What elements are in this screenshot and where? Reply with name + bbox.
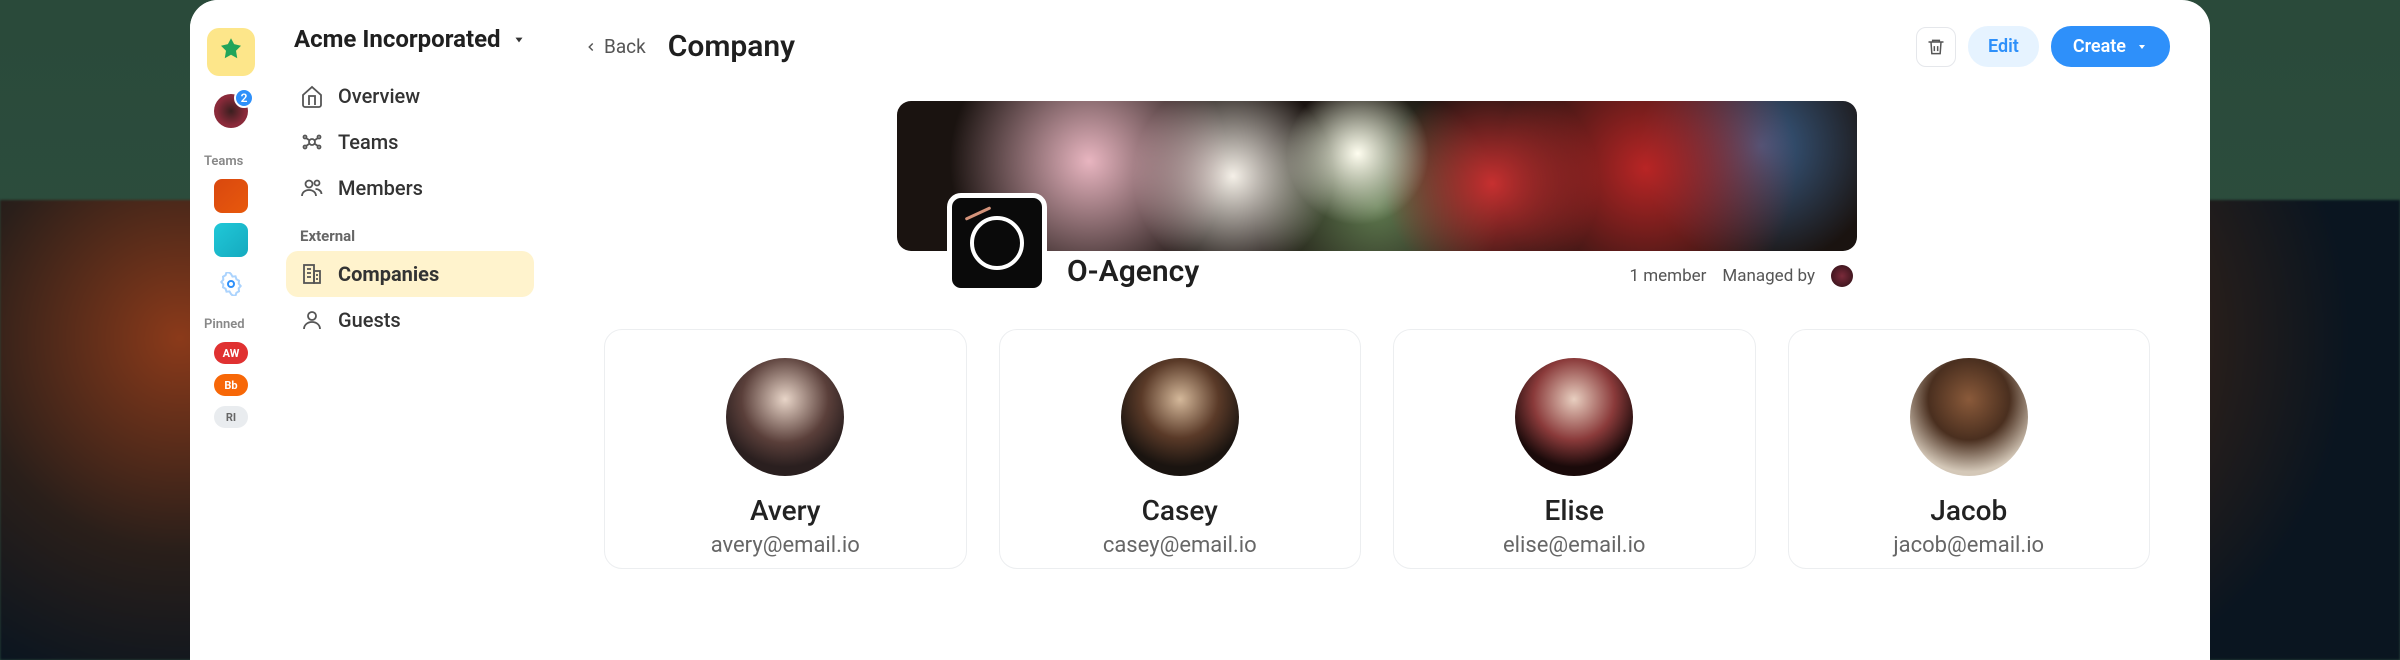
rail-pin-1[interactable]: AW: [214, 342, 248, 364]
sidebar-item-guests[interactable]: Guests: [286, 297, 534, 343]
trash-icon: [1926, 37, 1946, 57]
company-managed-by-label: Managed by: [1722, 266, 1815, 286]
workspace-title: Acme Incorporated: [294, 24, 501, 55]
members-icon: [300, 176, 324, 200]
company-name: O-Agency: [1067, 254, 1199, 289]
delete-button[interactable]: [1916, 27, 1956, 67]
rail-team-2[interactable]: [214, 223, 248, 257]
guest-icon: [300, 308, 324, 332]
gear-icon: [219, 272, 243, 296]
chevron-down-icon[interactable]: [512, 33, 526, 47]
member-card[interactable]: Casey casey@email.io: [999, 329, 1362, 569]
topbar: Back Company Edit Create: [584, 26, 2170, 67]
avatar: [1515, 358, 1633, 476]
main-content: Back Company Edit Create: [548, 0, 2210, 660]
manager-avatar[interactable]: [1831, 265, 1853, 287]
back-button[interactable]: Back: [584, 35, 646, 58]
avatar: [1910, 358, 2028, 476]
sidebar-item-label: Companies: [338, 262, 439, 286]
member-email: casey@email.io: [1103, 533, 1257, 558]
member-name: Casey: [1142, 494, 1218, 527]
sidebar-item-teams[interactable]: Teams: [286, 119, 534, 165]
sidebar-item-label: Teams: [338, 130, 398, 154]
workspace-logo[interactable]: [207, 28, 255, 76]
chevron-down-icon: [2136, 41, 2148, 53]
company-logo: [947, 193, 1047, 293]
avatar: [726, 358, 844, 476]
rail-section-teams: Teams: [204, 154, 243, 169]
avatar: [1121, 358, 1239, 476]
sidebar-item-companies[interactable]: Companies: [286, 251, 534, 297]
company-header: O-Agency 1 member Managed by: [897, 101, 1857, 293]
rail-team-1[interactable]: [214, 179, 248, 213]
member-cards: Avery avery@email.io Casey casey@email.i…: [584, 329, 2170, 569]
sidebar-item-overview[interactable]: Overview: [286, 73, 534, 119]
home-icon: [300, 84, 324, 108]
rail-settings[interactable]: [214, 267, 248, 301]
rail-pin-3[interactable]: RI: [214, 406, 248, 428]
sidebar-item-label: Overview: [338, 84, 420, 108]
rail-pin-2[interactable]: Bb: [214, 374, 248, 396]
user-avatar[interactable]: 2: [214, 94, 248, 128]
sidebar-item-label: Members: [338, 176, 423, 200]
member-name: Jacob: [1930, 494, 2007, 527]
member-card[interactable]: Avery avery@email.io: [604, 329, 967, 569]
sidebar-section-external: External: [286, 211, 534, 251]
notification-badge: 2: [234, 88, 254, 108]
member-email: jacob@email.io: [1893, 533, 2044, 558]
page-title: Company: [668, 29, 795, 64]
create-button[interactable]: Create: [2051, 26, 2170, 67]
sidebar-item-members[interactable]: Members: [286, 165, 534, 211]
teams-icon: [300, 130, 324, 154]
member-email: avery@email.io: [711, 533, 860, 558]
company-member-count: 1 member: [1629, 266, 1706, 286]
app-window: 2 Teams Pinned AW Bb RI Acme Incorporate…: [190, 0, 2210, 660]
nav-rail: 2 Teams Pinned AW Bb RI: [190, 0, 272, 660]
rail-section-pinned: Pinned: [204, 317, 245, 332]
star-icon: [216, 37, 246, 67]
chevron-left-icon: [584, 40, 598, 54]
member-email: elise@email.io: [1503, 533, 1645, 558]
back-label: Back: [604, 35, 646, 58]
member-card[interactable]: Jacob jacob@email.io: [1788, 329, 2151, 569]
building-icon: [300, 262, 324, 286]
member-name: Avery: [750, 494, 820, 527]
sidebar-item-label: Guests: [338, 308, 401, 332]
edit-button[interactable]: Edit: [1968, 26, 2039, 67]
create-label: Create: [2073, 36, 2126, 57]
sidebar: Acme Incorporated Overview Teams Members…: [272, 0, 548, 660]
member-name: Elise: [1545, 494, 1605, 527]
member-card[interactable]: Elise elise@email.io: [1393, 329, 1756, 569]
